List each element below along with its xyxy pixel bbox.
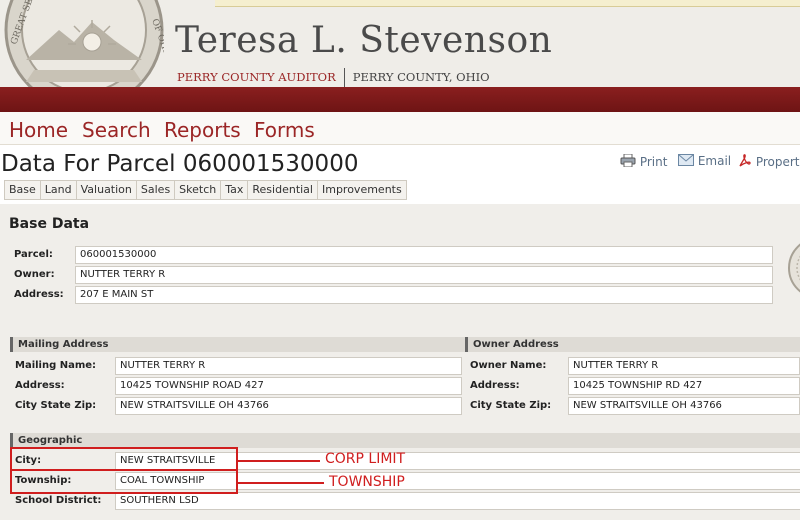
nav-forms[interactable]: Forms [254,118,315,142]
mailing-name-label: Mailing Name: [15,360,97,371]
nav-home[interactable]: Home [9,118,68,142]
owner-csz-label: City State Zip: [470,400,552,411]
header-subtitle: PERRY COUNTY AUDITOR PERRY COUNTY, OHIO [177,68,490,88]
owner-address-value: 10425 TOWNSHIP RD 427 [568,377,800,395]
office-title: PERRY COUNTY AUDITOR [177,70,336,84]
ohio-seal-logo: GREAT SEAL OF OHIO [4,0,164,88]
township-highlight-box [10,469,238,494]
mailing-csz-value: NEW STRAITSVILLE OH 43766 [115,397,462,415]
page-title: Data For Parcel 060001530000 [1,151,359,177]
email-button[interactable]: Email [678,154,731,168]
mailing-address-label: Address: [15,380,65,391]
auditor-name: Teresa L. Stevenson [175,20,553,61]
parcel-row: Parcel: 060001530000 [14,246,774,264]
school-district-value: SOUTHERN LSD [115,492,800,510]
owner-name-value: NUTTER TERRY R [568,357,800,375]
corp-limit-highlight-box [10,447,238,471]
envelope-icon [678,154,698,168]
mailing-csz-label: City State Zip: [15,400,97,411]
owner-csz-row: City State Zip: NEW STRAITSVILLE OH 4376… [470,397,800,415]
tab-improvements[interactable]: Improvements [316,180,407,200]
nav-reports[interactable]: Reports [164,118,241,142]
email-label: Email [697,154,732,168]
tab-residential[interactable]: Residential [247,180,317,200]
owner-csz-value: NEW STRAITSVILLE OH 43766 [568,397,800,415]
nav-search[interactable]: Search [82,118,151,142]
owner-address-label: Address: [470,380,520,391]
township-annotation: TOWNSHIP [329,474,405,490]
parcel-content: Base Data Parcel: 060001530000 Owner: NU… [0,204,800,520]
site-header: GREAT SEAL OF OHIO Teresa L. Stevenson P… [0,0,800,112]
main-nav: Home Search Reports Forms [0,112,800,145]
tab-valuation[interactable]: Valuation [75,180,136,200]
tab-base[interactable]: Base [4,180,40,200]
address-label: Address: [14,289,64,300]
notice-bar [215,0,800,7]
school-district-label: School District: [15,495,102,506]
mailing-address-heading: Mailing Address [10,337,465,352]
tab-sales[interactable]: Sales [135,180,175,200]
printer-icon [620,153,640,169]
owner-label: Owner: [14,269,55,280]
pdf-icon [738,154,756,169]
parcel-label: Parcel: [14,249,53,260]
tab-tax[interactable]: Tax [220,180,248,200]
base-data-heading: Base Data [9,216,90,232]
tab-sketch[interactable]: Sketch [174,180,221,200]
property-label: Property [755,155,800,169]
mailing-address-value: 10425 TOWNSHIP ROAD 427 [115,377,462,395]
owner-address-heading: Owner Address [465,337,800,352]
property-pdf-button[interactable]: Property [738,154,800,169]
parcel-value: 060001530000 [75,246,773,264]
print-button[interactable]: Print [620,153,668,169]
school-district-row: School District: SOUTHERN LSD [15,492,800,510]
parcel-tabs: Base Land Valuation Sales Sketch Tax Res… [4,180,407,200]
owner-value: NUTTER TERRY R [75,266,773,284]
mailing-name-value: NUTTER TERRY R [115,357,462,375]
mailing-name-row: Mailing Name: NUTTER TERRY R [15,357,462,375]
mailing-csz-row: City State Zip: NEW STRAITSVILLE OH 4376… [15,397,462,415]
owner-row: Owner: NUTTER TERRY R [14,266,774,284]
print-label: Print [639,155,668,169]
seal-edge-decoration [787,233,800,303]
subtitle-divider [343,68,345,88]
address-row: Address: 207 E MAIN ST [14,286,774,304]
owner-address-row: Address: 10425 TOWNSHIP RD 427 [470,377,800,395]
address-value: 207 E MAIN ST [75,286,773,304]
county-name: PERRY COUNTY, OHIO [352,70,490,84]
owner-name-label: Owner Name: [470,360,547,371]
geographic-heading: Geographic [10,433,800,448]
mailing-address-row: Address: 10425 TOWNSHIP ROAD 427 [15,377,462,395]
owner-name-row: Owner Name: NUTTER TERRY R [470,357,800,375]
tab-land[interactable]: Land [39,180,76,200]
township-arrow-line [238,482,324,484]
corp-limit-arrow-line [238,460,320,462]
header-red-band [0,87,800,112]
corp-limit-annotation: CORP LIMIT [325,451,406,467]
